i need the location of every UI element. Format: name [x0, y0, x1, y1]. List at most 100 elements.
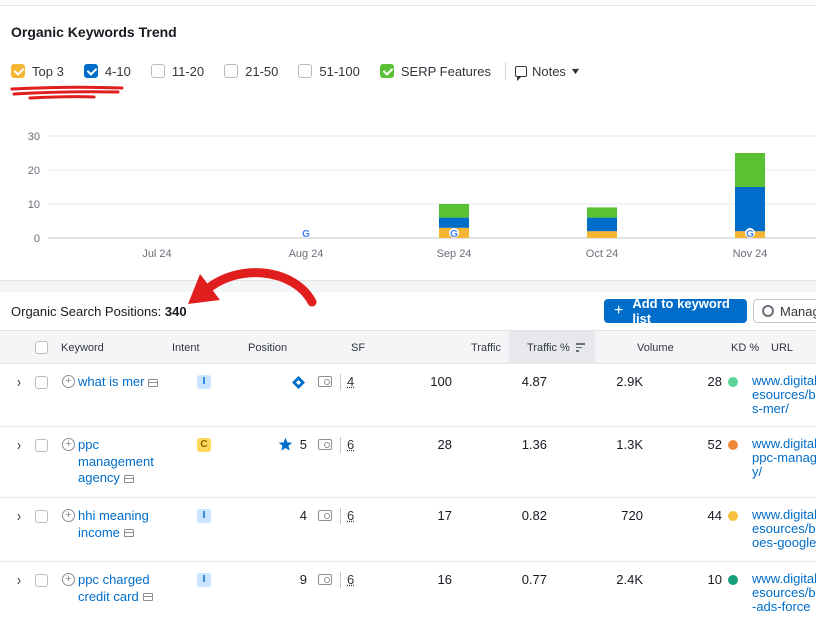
keyword-link[interactable]: what is mer — [78, 374, 168, 391]
url-line-1[interactable]: www.digital — [752, 437, 816, 451]
url-line-1[interactable]: www.digital — [752, 374, 816, 388]
filter-21-50[interactable]: 21-50 — [224, 64, 278, 79]
position-value: 4 — [287, 508, 307, 523]
add-keyword-icon[interactable]: + — [62, 509, 75, 522]
positions-label: Organic Search Positions: — [11, 304, 161, 319]
expand-chevron-icon[interactable]: › — [17, 571, 21, 589]
google-update-icon: G — [301, 228, 311, 240]
row-checkbox[interactable] — [35, 510, 48, 523]
table-row: › + what is mer I 4 100 4.87 2.9K 28 www… — [0, 364, 816, 427]
th-kd[interactable]: KD % — [731, 342, 759, 354]
url-line-2[interactable]: esources/bl — [752, 521, 816, 536]
plus-icon: + — [614, 303, 623, 319]
url-line-1[interactable]: www.digital — [752, 572, 816, 586]
add-to-keyword-list-button[interactable]: + Add to keyword list — [604, 299, 747, 323]
th-traffic[interactable]: Traffic — [471, 342, 501, 354]
filter-top3-label: Top 3 — [32, 64, 64, 79]
manage-button[interactable]: Manage — [753, 299, 816, 323]
keyword-link[interactable]: ppc charged credit card — [78, 572, 160, 605]
filter-4-10-checkbox[interactable] — [84, 64, 98, 78]
url-link[interactable]: www.digital esources/bl s-mer/ — [752, 374, 816, 416]
serp-snippet-icon — [148, 379, 158, 387]
url-link[interactable]: www.digital esources/bl oes-google — [752, 508, 816, 550]
organic-positions-title: Organic Search Positions: 340 — [11, 304, 187, 319]
filter-51-100-checkbox[interactable] — [298, 64, 312, 78]
keyword-text[interactable]: what is mer — [78, 374, 144, 389]
url-link[interactable]: www.digital esources/bl -ads-force — [752, 572, 816, 614]
filter-11-20-checkbox[interactable] — [151, 64, 165, 78]
filter-4-10[interactable]: 4-10 — [84, 64, 131, 79]
th-sf[interactable]: SF — [351, 342, 365, 354]
bar-segment — [587, 218, 617, 232]
add-keyword-icon[interactable]: + — [62, 573, 75, 586]
add-keyword-icon[interactable]: + — [62, 375, 75, 388]
intent-badge: I — [197, 509, 211, 523]
th-url[interactable]: URL — [771, 342, 793, 354]
sf-count[interactable]: 4 — [347, 374, 354, 389]
url-line-3[interactable]: s-mer/ — [752, 401, 789, 416]
intent-badge: I — [197, 375, 211, 389]
bar-segment — [587, 231, 617, 238]
filter-serp-features[interactable]: SERP Features — [380, 64, 491, 79]
add-button-label: Add to keyword list — [632, 296, 747, 326]
svg-text:G: G — [746, 229, 754, 240]
sf-count[interactable]: 6 — [347, 437, 354, 452]
bar-segment — [735, 153, 765, 187]
filter-divider — [505, 62, 506, 80]
filter-4-10-label: 4-10 — [105, 64, 131, 79]
keywords-trend-chart: 0102030Jul 24 Aug 24GSep 24GOct 24 Nov 24G — [0, 124, 816, 269]
url-line-3[interactable]: -ads-force — [752, 599, 811, 614]
url-line-2[interactable]: esources/bl — [752, 387, 816, 402]
row-checkbox[interactable] — [35, 439, 48, 452]
url-line-3[interactable]: oes-google — [752, 535, 816, 550]
bar-segment — [587, 207, 617, 217]
filter-serp-checkbox[interactable] — [380, 64, 394, 78]
filter-11-20[interactable]: 11-20 — [151, 64, 204, 79]
kd-value: 52 — [700, 437, 722, 452]
expand-chevron-icon[interactable]: › — [17, 436, 21, 454]
table-header: Keyword Intent Position SF Traffic Traff… — [0, 330, 816, 364]
url-line-2[interactable]: esources/bl — [752, 585, 816, 600]
filter-top3[interactable]: Top 3 — [11, 64, 64, 79]
url-line-3[interactable]: y/ — [752, 464, 762, 479]
sf-count[interactable]: 6 — [347, 508, 354, 523]
card-title: Organic Keywords Trend — [11, 24, 177, 40]
row-checkbox[interactable] — [35, 574, 48, 587]
th-volume[interactable]: Volume — [637, 342, 674, 354]
serp-features-icon[interactable] — [318, 439, 332, 450]
serp-features-icon[interactable] — [318, 574, 332, 585]
url-link[interactable]: www.digital ppc-manag y/ — [752, 437, 816, 479]
keyword-link[interactable]: ppc management agency — [78, 437, 158, 487]
notes-label: Notes — [532, 64, 566, 79]
serp-features-icon[interactable] — [318, 510, 332, 521]
th-keyword[interactable]: Keyword — [61, 342, 104, 354]
volume-value: 2.9K — [600, 374, 643, 389]
th-position[interactable]: Position — [248, 342, 287, 354]
x-tick-label: Aug 24 — [289, 248, 324, 260]
bar-segment — [735, 187, 765, 231]
url-line-2[interactable]: ppc-manag — [752, 450, 816, 465]
filter-21-50-checkbox[interactable] — [224, 64, 238, 78]
notes-dropdown[interactable]: Notes ▼ — [515, 64, 580, 79]
serp-snippet-icon — [124, 475, 134, 483]
serp-snippet-icon — [143, 593, 153, 601]
filter-top3-checkbox[interactable] — [11, 64, 25, 78]
manage-button-label: Manage — [780, 304, 816, 319]
filter-serp-label: SERP Features — [401, 64, 491, 79]
add-keyword-icon[interactable]: + — [62, 438, 75, 451]
chevron-down-icon: ▼ — [569, 66, 581, 76]
select-all-checkbox[interactable] — [35, 341, 48, 354]
expand-chevron-icon[interactable]: › — [17, 373, 21, 391]
filter-bar: Top 3 4-10 11-20 21-50 51-100 SERP Featu… — [11, 62, 600, 80]
serp-features-icon[interactable] — [318, 376, 332, 387]
th-traffic-pct[interactable]: Traffic % — [527, 342, 570, 354]
url-line-1[interactable]: www.digital — [752, 508, 816, 522]
expand-chevron-icon[interactable]: › — [17, 507, 21, 525]
keyword-link[interactable]: hhi meaning income — [78, 508, 154, 541]
sf-count[interactable]: 6 — [347, 572, 354, 587]
row-checkbox[interactable] — [35, 376, 48, 389]
filter-51-100[interactable]: 51-100 — [298, 64, 359, 79]
th-intent[interactable]: Intent — [172, 342, 200, 354]
section-divider — [0, 280, 816, 292]
red-arrow-annotation — [186, 262, 318, 310]
